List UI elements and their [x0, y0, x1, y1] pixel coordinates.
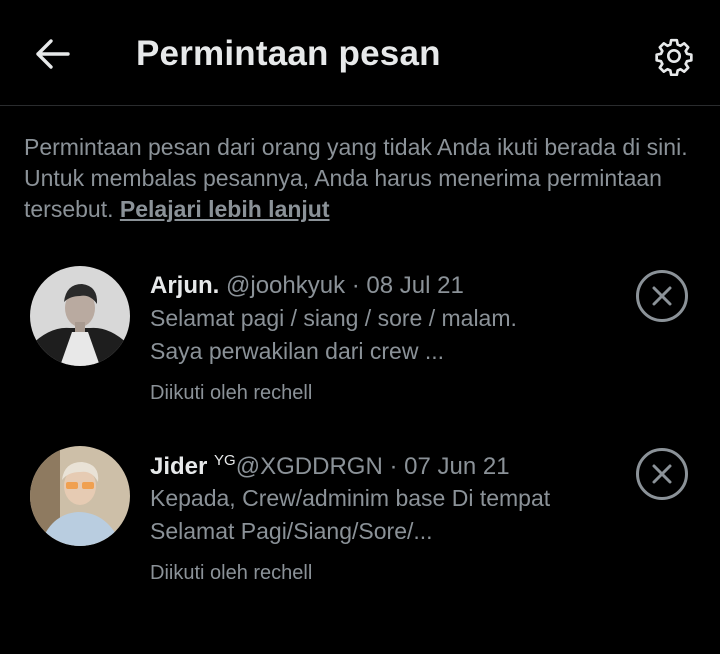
top-bar: Permintaan pesan	[0, 0, 720, 106]
followed-by-text: Diikuti oleh rechell	[150, 562, 313, 584]
message-request-item[interactable]: Jider YG@XGDDRGN · 07 Jun 21 Kepada, Cre…	[0, 442, 720, 592]
sender-handle: @joohkyuk	[226, 272, 346, 299]
close-icon	[652, 464, 672, 484]
dismiss-button[interactable]	[636, 270, 688, 322]
sender-name: Arjun.	[150, 272, 220, 299]
gear-icon	[655, 38, 693, 76]
page-title: Permintaan pesan	[136, 34, 441, 73]
close-icon	[652, 286, 672, 306]
avatar[interactable]	[30, 446, 130, 546]
learn-more-link[interactable]: Pelajari lebih lanjut	[120, 196, 330, 222]
back-button[interactable]	[30, 30, 74, 78]
timestamp: · 07 Jun 21	[389, 453, 510, 480]
arrow-left-icon	[36, 39, 70, 69]
sender-handle: @XGDDRGN	[235, 453, 383, 480]
settings-button[interactable]	[650, 32, 698, 80]
info-text: Permintaan pesan dari orang yang tidak A…	[24, 132, 696, 225]
message-preview: Kepada, Crew/adminim base Di tempat Sela…	[150, 485, 551, 544]
sender-name: Jider	[150, 453, 208, 480]
followed-by-text: Diikuti oleh rechell	[150, 382, 313, 404]
avatar[interactable]	[30, 266, 130, 366]
timestamp: · 08 Jul 21	[351, 272, 464, 299]
dismiss-button[interactable]	[636, 448, 688, 500]
name-badge: YG	[214, 452, 236, 469]
message-preview: Selamat pagi / siang / sore / malam. Say…	[150, 305, 517, 364]
message-request-item[interactable]: Arjun. @joohkyuk · 08 Jul 21 Selamat pag…	[0, 262, 720, 412]
